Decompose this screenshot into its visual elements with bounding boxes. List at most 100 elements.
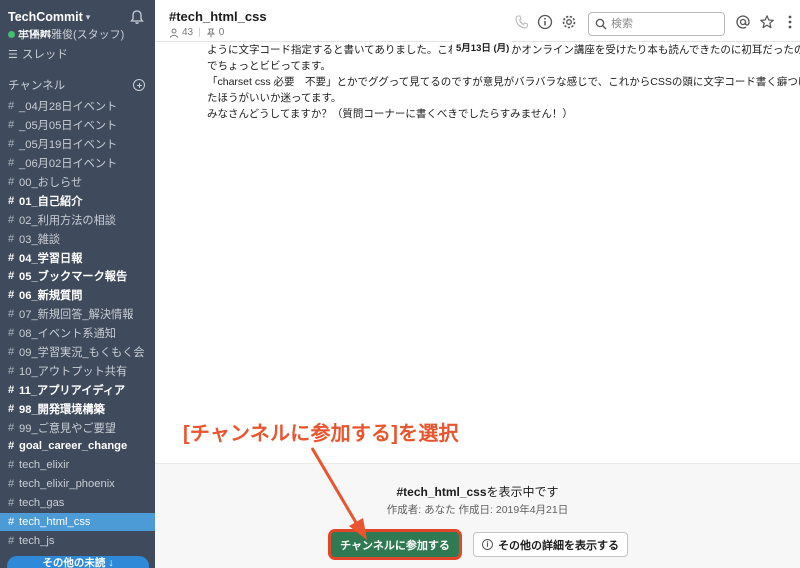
channel-name: 00_おしらせ [19,177,83,189]
search-input[interactable] [611,16,719,32]
hash-icon: # [8,157,15,170]
sidebar: TechCommit ▾ 小田川雅俊(スタッフ) 全体統 ☰ スレッド チャンネ… [0,0,155,568]
search-box[interactable] [588,12,725,36]
hash-icon: # [8,251,15,264]
sidebar-item-channel[interactable]: # tech_js [0,531,155,550]
channel-name: 02_利用方法の相談 [19,214,116,227]
channel-name: 08_イベント系通知 [19,328,116,341]
channel-name: 11_アプリアイディア [19,384,126,397]
sidebar-item-channel[interactable]: #00_おしらせ [0,173,155,192]
sidebar-item-channel[interactable]: #03_雑談 [0,229,155,248]
phone-icon[interactable] [514,14,530,30]
threads-icon: ☰ [8,48,18,61]
truncated-channel-label: 全体統 [18,30,51,39]
show-details-label: その他の詳細を表示する [498,539,619,552]
channel-name: 04_学習日報 [19,252,83,265]
hash-icon: # [8,516,15,529]
hash-icon: # [8,364,15,377]
meta-divider: | [198,27,201,38]
message-line: でちょっとビビってます。 [207,60,331,72]
bell-icon[interactable] [129,9,145,25]
hash-icon: # [8,478,15,491]
sidebar-item-channel[interactable]: #01_自己紹介 [0,191,155,210]
channel-name: tech_html_css [19,516,91,529]
hash-icon: # [8,100,15,113]
sidebar-item-channel[interactable]: #07_新規回答_解決情報 [0,305,155,324]
channel-title[interactable]: #tech_html_css [169,9,267,24]
sidebar-item-channel[interactable]: # _04月28日イベント [0,97,155,116]
channels-section-header[interactable]: チャンネル [0,76,155,94]
pinned-count[interactable]: 0 [219,27,225,38]
channel-name: tech_elixir_phoenix [19,478,115,491]
show-details-button[interactable]: i その他の詳細を表示する [473,532,628,557]
channel-name: goal_career_change [19,440,128,453]
sidebar-item-channel[interactable]: # _05月19日イベント [0,135,155,154]
channel-name: _05月05日イベント [19,120,118,133]
hash-icon: # [8,440,15,453]
workspace-name: TechCommit [8,10,83,24]
info-icon: i [482,539,493,550]
preview-title: #tech_html_cssを表示中です [155,483,800,500]
channel-name: tech_elixir [19,459,70,472]
preview-meta: 作成者: あなた 作成日: 2019年4月21日 [386,504,569,516]
add-channel-icon[interactable] [133,79,145,91]
channel-name: 06_新規質問 [19,290,83,303]
star-icon[interactable] [759,14,775,30]
join-channel-button[interactable]: チャンネルに参加する [331,532,459,557]
message-line: たほうがいいか迷ってます。 [207,92,342,104]
gear-icon[interactable] [561,14,577,30]
channel-name: 03_雑談 [19,233,61,246]
channel-name: tech_js [19,534,55,547]
channel-name: 09_学習実況_もくもく会 [19,347,145,360]
channel-name: 05_ブックマーク報告 [19,271,128,284]
member-count[interactable]: 43 [182,27,193,38]
sidebar-item-channel[interactable]: #98_開発環境構築 [0,399,155,418]
channel-name: 07_新規回答_解決情報 [19,309,134,322]
presence-dot-icon [8,30,15,38]
sidebar-item-channel[interactable]: # tech_html_css [0,512,155,532]
sidebar-item-channel[interactable]: #02_利用方法の相談 [0,210,155,229]
info-icon[interactable] [537,14,553,30]
channels-section-label: チャンネル [8,80,66,92]
sidebar-item-channel[interactable]: # tech_gas [0,494,155,513]
sidebar-item-channel[interactable]: #08_イベント系通知 [0,324,155,343]
hash-icon: # [8,308,15,321]
hash-icon: # [8,346,15,359]
channel-name: 10_アウトプット共有 [19,365,128,378]
more-unread-button[interactable]: その他の未読 ↓ [7,556,149,568]
channel-name: _05月19日イベント [19,139,118,152]
hash-icon: # [8,327,15,340]
channel-header: #tech_html_css 43 | 0 [155,0,800,42]
hash-icon: # [8,383,15,396]
sidebar-item-channel[interactable]: # tech_elixir [0,456,155,475]
member-icon[interactable] [169,28,179,38]
sidebar-item-channel[interactable]: # _06月02日イベント [0,154,155,173]
sidebar-item-channel[interactable]: # goal_career_change [0,437,155,456]
annotation-label: [チャンネルに参加する]を選択 [183,423,459,445]
channel-list: # _04月28日イベント # _05月05日イベント # _05月19日イベント # _06… [0,97,155,550]
date-divider[interactable]: 5月13日 (月) [452,38,514,56]
sidebar-item-channel[interactable]: #09_学習実況_もくもく会 [0,343,155,362]
channel-meta: 43 | 0 [169,27,224,38]
sidebar-item-channel[interactable]: #99_ご意見やご要望 [0,418,155,437]
sidebar-item-channel[interactable]: #05_ブックマーク報告 [0,267,155,286]
sidebar-item-channel[interactable]: #10_アウトプット共有 [0,361,155,380]
sidebar-item-channel[interactable]: #11_アプリアイディア [0,380,155,399]
search-icon [595,18,607,30]
hash-icon: # [8,402,15,415]
hash-icon: # [8,421,15,434]
message-line: 「charset css 必要 不要」とかでググって見てるのですが意見がバラバラ… [207,76,800,88]
channel-name: _06月02日イベント [19,158,118,171]
sidebar-item-channel[interactable]: #04_学習日報 [0,248,155,267]
sidebar-item-channel[interactable]: # _05月05日イベント [0,116,155,135]
sidebar-item-threads[interactable]: ☰ スレッド [0,45,155,63]
channel-name: _04月28日イベント [19,101,118,114]
hash-icon: # [8,497,15,510]
more-vertical-icon[interactable] [782,14,798,30]
sidebar-item-channel[interactable]: # tech_elixir_phoenix [0,475,155,494]
sidebar-item-channel[interactable]: #06_新規質問 [0,286,155,305]
mention-icon[interactable] [735,14,751,30]
hash-icon: # [8,213,15,226]
hash-icon: # [8,270,15,283]
pin-icon[interactable] [206,28,216,38]
